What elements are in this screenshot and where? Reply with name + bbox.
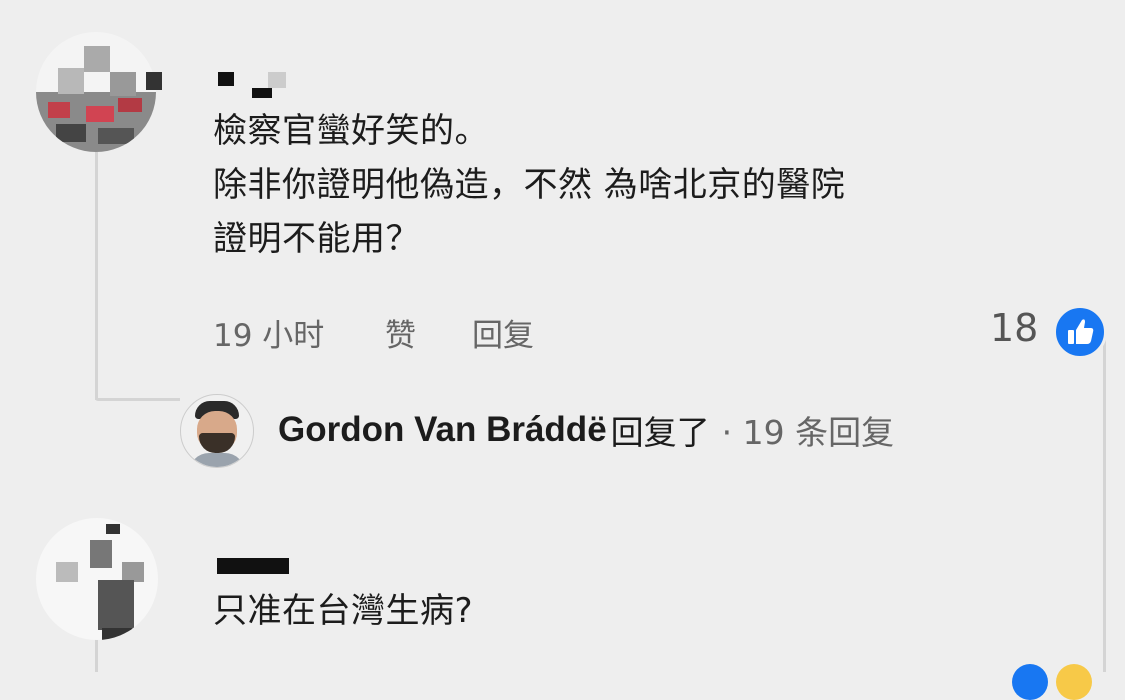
redacted-name <box>218 72 234 86</box>
redacted-name <box>217 558 289 574</box>
reply-count[interactable]: · 19 条回复 <box>722 406 894 454</box>
view-replies-link[interactable]: Gordon Van Bráddë 回复了 · 19 条回复 <box>180 394 894 468</box>
reaction-icon-partial <box>1056 664 1092 700</box>
reply-action-text: 回复了 <box>610 413 710 452</box>
replier-name[interactable]: Gordon Van Bráddë <box>278 410 607 450</box>
like-button[interactable]: 赞 <box>385 310 416 355</box>
avatar-pixel-block <box>106 524 120 534</box>
redacted-name <box>268 72 286 88</box>
scrollbar-line <box>1103 340 1106 672</box>
like-count[interactable]: 18 <box>990 306 1038 350</box>
thumbs-up-icon <box>1053 305 1107 359</box>
thread-line <box>95 150 98 400</box>
replier-avatar <box>180 394 254 468</box>
comment-line: 檢察官蠻好笑的。 <box>213 111 489 151</box>
comment-line: 證明不能用？ <box>213 219 420 259</box>
reaction-icon-partial <box>1012 664 1048 700</box>
reply-button[interactable]: 回复 <box>472 310 534 355</box>
avatar-pixel-block <box>146 72 162 90</box>
comment-body: 檢察官蠻好笑的。 除非你證明他偽造，不然 為啥北京的醫院 證明不能用？ <box>213 104 845 266</box>
comment-line: 除非你證明他偽造，不然 為啥北京的醫院 <box>213 165 846 205</box>
comment-timestamp: 19 小时 <box>213 318 325 354</box>
commenter-avatar[interactable] <box>36 32 156 152</box>
redacted-name <box>252 88 272 98</box>
comment-body: 只准在台灣生病? <box>213 591 474 631</box>
commenter-avatar[interactable] <box>36 518 158 640</box>
thread-line-curve <box>95 398 180 401</box>
